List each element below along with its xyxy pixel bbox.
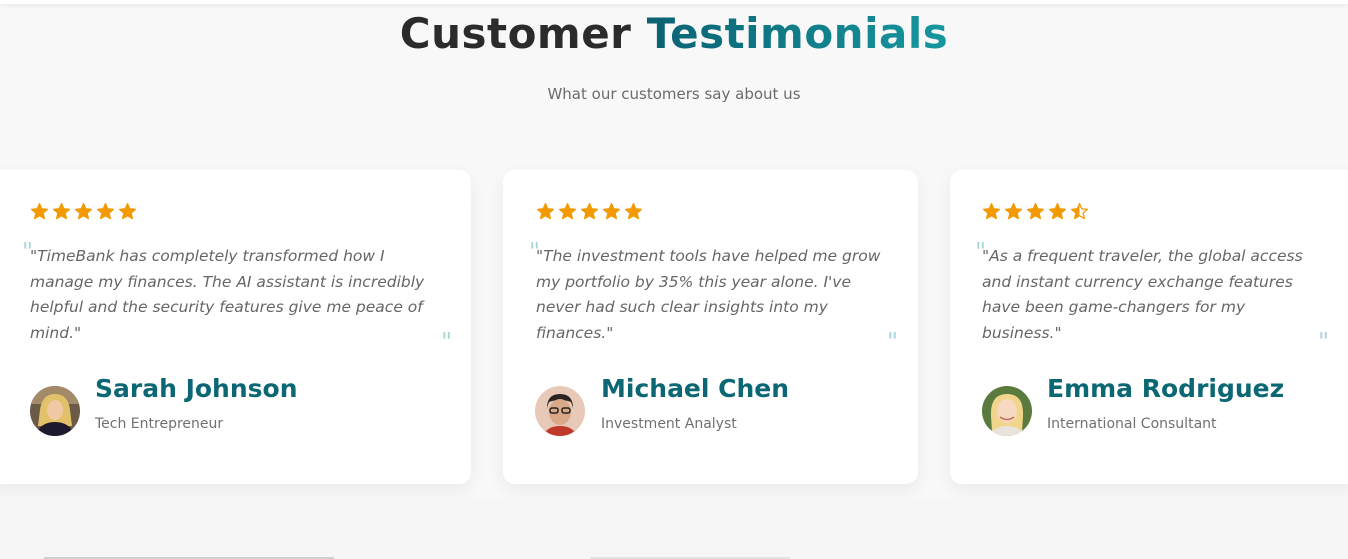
- testimonial-quote: "As a frequent traveler, the global acce…: [982, 247, 1303, 342]
- man-avatar-icon: [535, 386, 585, 436]
- star-icon: [1026, 202, 1045, 220]
- woman-avatar-icon: [30, 386, 80, 436]
- person-role: International Consultant: [1047, 416, 1217, 432]
- person-name: Michael Chen: [601, 374, 790, 403]
- avatar: [30, 386, 80, 436]
- star-icon: [30, 202, 49, 220]
- star-icon: [52, 202, 71, 220]
- next-section-band: [0, 500, 1348, 559]
- star-icon: [982, 202, 1001, 220]
- star-icon: [536, 202, 555, 220]
- avatar: [535, 386, 585, 436]
- star-icon: [1004, 202, 1023, 220]
- star-icon: [580, 202, 599, 220]
- section-title: Customer Testimonials: [0, 10, 1348, 58]
- rating-stars: [982, 202, 1089, 221]
- star-icon: [558, 202, 577, 220]
- close-quote-icon: ": [441, 328, 453, 356]
- woman-avatar-icon: [982, 386, 1032, 436]
- person-role: Investment Analyst: [601, 416, 737, 432]
- avatar: [982, 386, 1032, 436]
- close-quote-icon: ": [1318, 328, 1330, 356]
- person-name: Emma Rodriguez: [1047, 374, 1285, 403]
- star-icon: [1048, 202, 1067, 220]
- star-icon: [602, 202, 621, 220]
- title-part-2: Testimonials: [646, 9, 949, 58]
- testimonial-quote: "TimeBank has completely transformed how…: [30, 247, 425, 342]
- star-icon: [96, 202, 115, 220]
- rating-stars: [30, 202, 137, 221]
- half-star-icon: [1070, 202, 1089, 220]
- person-name: Sarah Johnson: [95, 374, 298, 403]
- testimonial-quote: "The investment tools have helped me gro…: [536, 247, 881, 342]
- star-icon: [118, 202, 137, 220]
- title-part-1: Customer: [399, 9, 632, 58]
- top-nav-edge: [0, 0, 1348, 4]
- section-subtitle: What our customers say about us: [547, 85, 801, 103]
- rating-stars: [536, 202, 643, 221]
- star-icon: [624, 202, 643, 220]
- person-role: Tech Entrepreneur: [95, 416, 224, 432]
- star-icon: [74, 202, 93, 220]
- close-quote-icon: ": [887, 328, 899, 356]
